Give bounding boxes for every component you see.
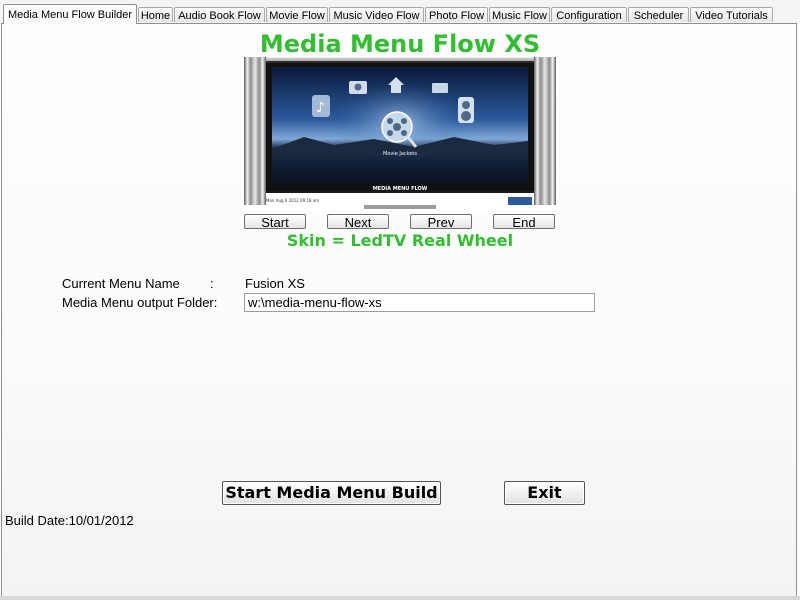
preview-brand: MEDIA MENU FLOW <box>373 186 428 192</box>
next-button[interactable]: Next <box>327 214 389 230</box>
tab-configuration[interactable]: Configuration <box>551 7 627 22</box>
tab-music-video-flow[interactable]: Music Video Flow <box>329 7 424 22</box>
camera-icon <box>349 81 367 94</box>
bottom-edge <box>0 596 800 600</box>
preview-caption: Movie Jackets <box>383 151 417 157</box>
tab-video-tutorials[interactable]: Video Tutorials <box>690 7 773 22</box>
skin-label: Skin = LedTV Real Wheel <box>286 231 514 250</box>
preview-badge <box>508 197 532 205</box>
tab-home[interactable]: Home <box>138 7 173 22</box>
tab-music-flow[interactable]: Music Flow <box>489 7 550 22</box>
build-date: Build Date:10/01/2012 <box>5 513 134 528</box>
tab-bar: Media Menu Flow Builder Home Audio Book … <box>0 0 800 24</box>
tab-media-menu-flow-builder[interactable]: Media Menu Flow Builder <box>3 4 137 24</box>
current-menu-name-label: Current Menu Name <box>62 276 180 291</box>
output-folder-label: Media Menu output Folder: <box>62 295 218 310</box>
preview-datetime: Mon Aug 6 2012 09:18 am <box>266 198 319 203</box>
film-icon <box>432 83 448 93</box>
svg-text:♪: ♪ <box>316 100 325 116</box>
output-folder-input[interactable]: w:\media-menu-flow-xs <box>244 293 595 312</box>
page-title: Media Menu Flow XS <box>259 30 541 58</box>
tab-scheduler[interactable]: Scheduler <box>628 7 689 22</box>
start-button[interactable]: Start <box>244 214 306 230</box>
tab-audio-book-flow[interactable]: Audio Book Flow <box>174 7 265 22</box>
start-media-menu-build-button[interactable]: Start Media Menu Build <box>222 481 441 505</box>
tab-photo-flow[interactable]: Photo Flow <box>425 7 488 22</box>
end-button[interactable]: End <box>493 214 555 230</box>
speaker-icon <box>458 97 474 123</box>
skin-preview-image: ♪ Movie Jackets MEDIA MENU FLOW Mon Aug … <box>244 57 556 211</box>
tab-movie-flow[interactable]: Movie Flow <box>266 7 328 22</box>
prev-button[interactable]: Prev <box>410 214 472 230</box>
music-note-icon: ♪ <box>312 95 330 117</box>
exit-button[interactable]: Exit <box>504 481 585 505</box>
tv-stand <box>364 205 436 209</box>
current-menu-name-colon: : <box>210 276 214 291</box>
current-menu-name-value: Fusion XS <box>245 276 305 291</box>
